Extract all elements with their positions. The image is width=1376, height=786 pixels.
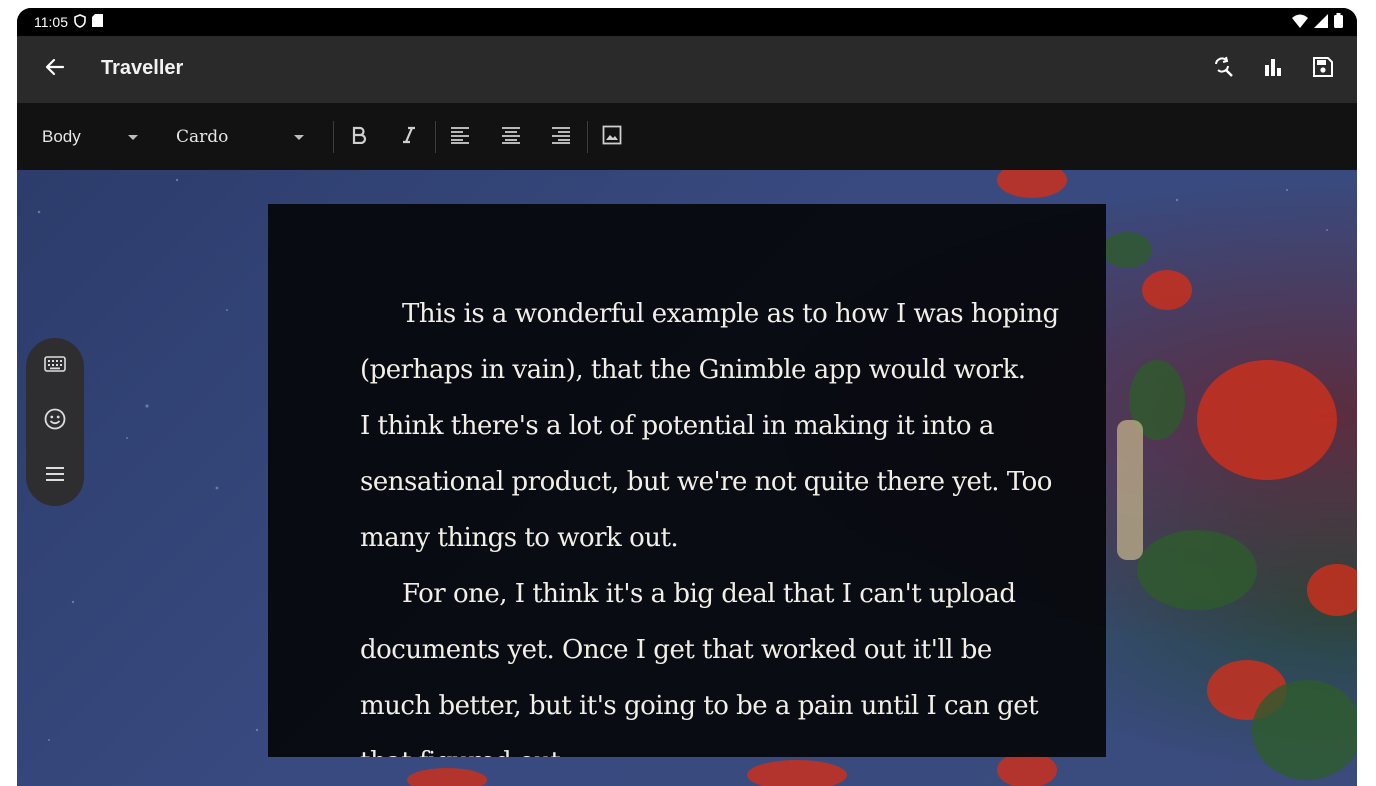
align-right-button[interactable] [544,120,578,154]
emoji-icon [44,408,66,435]
keyboard-button[interactable] [39,350,71,382]
bold-button[interactable] [342,120,376,154]
sd-card-icon [92,14,103,30]
emoji-button[interactable] [39,405,71,437]
app-bar: Traveller [17,36,1357,103]
editor-paragraph[interactable]: I think there's a lot of potential in ma… [360,398,1060,566]
menu-button[interactable] [39,460,71,492]
toolbar-divider [435,121,436,153]
insert-image-button[interactable] [595,120,629,154]
italic-icon [401,126,417,149]
signal-icon [1314,13,1328,31]
font-value: Cardo [176,127,229,147]
italic-button[interactable] [392,120,426,154]
editor-page[interactable]: This is a wonderful example as to how I … [268,204,1106,757]
status-time: 11:05 [34,14,68,30]
menu-icon [45,466,65,487]
toolbar-divider [333,121,334,153]
font-select[interactable]: Cardo [176,123,306,151]
arrow-back-icon [45,57,65,82]
save-icon [1313,56,1333,82]
chevron-down-icon [128,135,138,140]
editor-text[interactable]: This is a wonderful example as to how I … [360,286,1060,757]
image-icon [602,125,622,150]
status-right-icons [1292,13,1343,31]
status-bar: 11:05 [17,8,1357,36]
align-left-icon [450,126,470,149]
wifi-icon [1292,14,1308,31]
align-center-icon [501,126,521,149]
find-replace-button[interactable] [1207,53,1239,85]
floating-side-menu [26,338,84,506]
keyboard-icon [44,355,66,377]
save-button[interactable] [1307,53,1339,85]
editor-paragraph[interactable]: For one, I think it's a big deal that I … [360,566,1060,757]
chevron-down-icon [294,135,304,140]
format-toolbar: Body Cardo [17,103,1357,170]
paragraph-style-select[interactable]: Body [42,123,142,151]
align-center-button[interactable] [494,120,528,154]
bar-chart-icon [1263,57,1283,82]
toolbar-divider [587,121,588,153]
page-title: Traveller [101,57,184,79]
align-left-button[interactable] [443,120,477,154]
align-right-icon [551,126,571,149]
stats-button[interactable] [1257,53,1289,85]
editor-background: This is a wonderful example as to how I … [17,170,1357,786]
device-screen: 11:05 Traveller Body Cardo This is a won… [17,8,1357,786]
paragraph-style-value: Body [42,127,81,146]
bold-icon [351,126,367,149]
editor-paragraph[interactable]: This is a wonderful example as to how I … [360,286,1060,398]
find-replace-icon [1212,56,1234,83]
back-button[interactable] [39,53,71,85]
shield-icon [74,13,86,31]
battery-icon [1334,13,1343,31]
